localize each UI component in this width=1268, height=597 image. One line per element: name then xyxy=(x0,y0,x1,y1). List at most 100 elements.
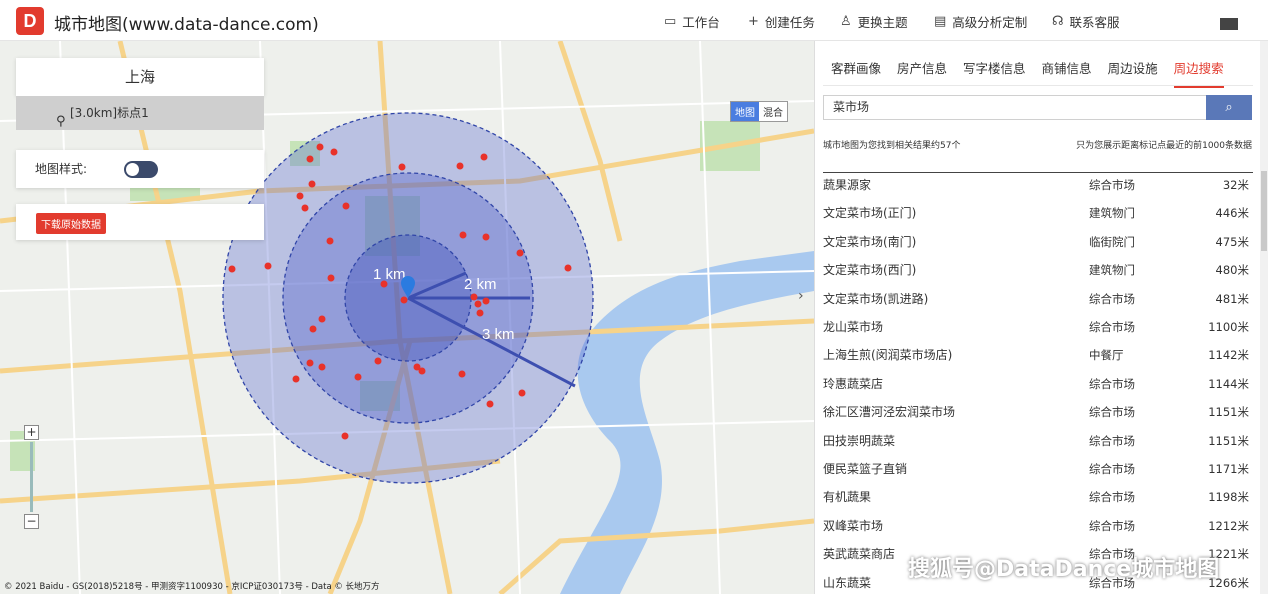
poi-dot[interactable] xyxy=(470,293,478,301)
poi-dot[interactable] xyxy=(456,162,464,170)
poi-dot[interactable] xyxy=(306,155,314,163)
result-row[interactable]: 文定菜市场(南门) 临街院门 475米 xyxy=(823,228,1253,256)
scrollbar-thumb[interactable] xyxy=(1261,171,1267,251)
poi-dot[interactable] xyxy=(306,359,314,367)
app-title: 城市地图(www.data-dance.com) xyxy=(54,15,319,35)
panel-tabs: 客群画像 房产信息 写字楼信息 商铺信息 周边设施 周边搜索 xyxy=(831,58,1224,88)
poi-dot[interactable] xyxy=(330,148,338,156)
poi-dot[interactable] xyxy=(308,180,316,188)
search-button[interactable]: ⌕ xyxy=(1206,95,1252,120)
poi-dot[interactable] xyxy=(342,202,350,210)
marker-label: [3.0km]标点1 xyxy=(70,106,149,120)
poi-dot[interactable] xyxy=(459,231,467,239)
poi-dot[interactable] xyxy=(318,315,326,323)
poi-dot[interactable] xyxy=(354,373,362,381)
poi-dot[interactable] xyxy=(564,264,572,272)
result-row[interactable]: 徐汇区漕河泾宏润菜市场 综合市场 1151米 xyxy=(823,398,1253,426)
poi-dot[interactable] xyxy=(316,143,324,151)
tabs-divider xyxy=(823,85,1253,86)
result-row[interactable]: 玲惠蔬菜店 综合市场 1144米 xyxy=(823,370,1253,398)
result-distance: 32米 xyxy=(1222,178,1249,192)
poi-dot[interactable] xyxy=(341,432,349,440)
poi-dot[interactable] xyxy=(309,325,317,333)
poi-dot[interactable] xyxy=(296,192,304,200)
flag-icon[interactable] xyxy=(1220,18,1238,30)
poi-dot[interactable] xyxy=(380,280,388,288)
poi-dot[interactable] xyxy=(326,237,334,245)
nav-change-theme[interactable]: ♙ 更换主题 xyxy=(840,12,908,31)
panel-scrollbar[interactable] xyxy=(1260,41,1268,594)
result-row[interactable]: 上海生煎(闵润菜市场店) 中餐厅 1142米 xyxy=(823,341,1253,369)
poi-dot[interactable] xyxy=(374,357,382,365)
result-row[interactable]: 双峰菜市场 综合市场 1212米 xyxy=(823,512,1253,540)
nearby-search-input[interactable]: 菜市场 xyxy=(823,95,1207,120)
result-row[interactable]: 有机蔬果 综合市场 1198米 xyxy=(823,483,1253,511)
panel-collapse-icon[interactable]: › xyxy=(798,288,804,304)
map-type-hybrid[interactable]: 混合 xyxy=(759,102,787,121)
tab-nearby-search[interactable]: 周边搜索 xyxy=(1173,58,1224,88)
result-distance: 1151米 xyxy=(1208,405,1249,420)
tab-facilities[interactable]: 周边设施 xyxy=(1108,58,1158,88)
poi-dot[interactable] xyxy=(516,249,524,257)
result-name: 文定菜市场(南门) xyxy=(823,234,917,249)
poi-dot[interactable] xyxy=(264,262,272,270)
poi-dot[interactable] xyxy=(292,375,300,383)
tab-customer-profile[interactable]: 客群画像 xyxy=(831,58,881,88)
result-distance: 1151米 xyxy=(1208,433,1249,448)
monitor-icon: ▭ xyxy=(664,14,677,29)
tab-office-info[interactable]: 写字楼信息 xyxy=(963,58,1026,88)
result-category: 综合市场 xyxy=(1089,320,1135,334)
nav-advanced-analysis[interactable]: ▤ 高级分析定制 xyxy=(934,12,1027,31)
map-type-map[interactable]: 地图 xyxy=(731,102,759,121)
result-name: 蔬果源家 xyxy=(823,178,872,192)
poi-dot[interactable] xyxy=(476,309,484,317)
result-note: 只为您展示距离标记点最近的前1000条数据 xyxy=(1076,141,1252,151)
map-style-toggle[interactable] xyxy=(124,161,158,178)
zoom-slider[interactable] xyxy=(30,442,33,512)
app-logo[interactable]: D xyxy=(16,7,44,35)
result-row[interactable]: 文定菜市场(西门) 建筑物门 480米 xyxy=(823,256,1253,284)
result-row[interactable]: 文定菜市场(正门) 建筑物门 446米 xyxy=(823,199,1253,227)
tab-property-info[interactable]: 房产信息 xyxy=(897,58,947,88)
tab-shop-info[interactable]: 商铺信息 xyxy=(1042,58,1092,88)
result-name: 便民菜篮子直销 xyxy=(823,462,908,476)
nav-contact-service[interactable]: ☊ 联系客服 xyxy=(1052,12,1120,31)
result-name: 田技崇明蔬菜 xyxy=(823,433,896,448)
download-card: 下载原始数据 xyxy=(16,204,264,240)
poi-dot[interactable] xyxy=(228,265,236,273)
poi-dot[interactable] xyxy=(482,297,490,305)
marker-item[interactable]: ⚲ [3.0km]标点1 xyxy=(16,96,264,130)
poi-dot[interactable] xyxy=(458,370,466,378)
result-distance: 1100米 xyxy=(1208,320,1249,334)
poi-dot[interactable] xyxy=(518,389,526,397)
download-raw-data-button[interactable]: 下载原始数据 xyxy=(36,213,106,234)
poi-dot[interactable] xyxy=(400,296,408,304)
poi-dot[interactable] xyxy=(418,367,426,375)
poi-dot[interactable] xyxy=(474,300,482,308)
zoom-in-button[interactable]: + xyxy=(24,425,39,440)
ring-label-2km: 2 km xyxy=(464,276,497,293)
result-name: 文定菜市场(正门) xyxy=(823,206,917,221)
poi-dot[interactable] xyxy=(318,363,326,371)
poi-dot[interactable] xyxy=(398,163,406,171)
result-row[interactable]: 文定菜市场(凯进路) 综合市场 481米 xyxy=(823,285,1253,313)
nav-workbench[interactable]: ▭ 工作台 xyxy=(664,12,720,31)
result-category: 建筑物门 xyxy=(1089,206,1135,221)
poi-dot[interactable] xyxy=(301,204,309,212)
result-name: 玲惠蔬菜店 xyxy=(823,376,884,391)
side-panel: 客群画像 房产信息 写字楼信息 商铺信息 周边设施 周边搜索 菜市场 ⌕ 城市地… xyxy=(814,41,1268,594)
result-row[interactable]: 蔬果源家 综合市场 32米 xyxy=(823,171,1253,199)
poi-dot[interactable] xyxy=(480,153,488,161)
poi-dot[interactable] xyxy=(327,274,335,282)
nav-create-task[interactable]: + 创建任务 xyxy=(748,12,815,31)
map-style-label: 地图样式: xyxy=(35,162,88,176)
result-distance: 1142米 xyxy=(1208,348,1249,363)
watermark: 搜狐号@DataDance城市地图 xyxy=(908,557,1220,582)
poi-dot[interactable] xyxy=(486,400,494,408)
poi-dot[interactable] xyxy=(482,233,490,241)
zoom-out-button[interactable]: − xyxy=(24,514,39,529)
result-row[interactable]: 田技崇明蔬菜 综合市场 1151米 xyxy=(823,427,1253,455)
table-icon: ▤ xyxy=(934,14,947,29)
result-row[interactable]: 龙山菜市场 综合市场 1100米 xyxy=(823,313,1253,341)
result-row[interactable]: 便民菜篮子直销 综合市场 1171米 xyxy=(823,455,1253,483)
